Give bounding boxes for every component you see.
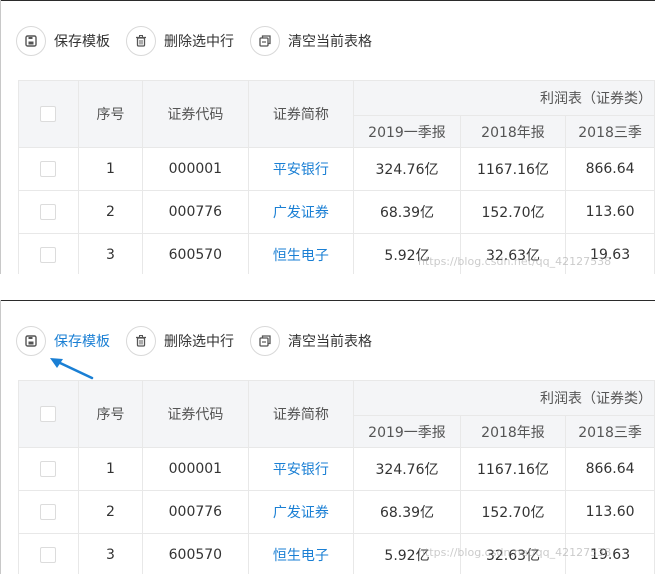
delete-selected-rows-label: 删除选中行 [164,334,234,350]
stock-name-link[interactable]: 广发证券 [273,205,329,221]
row-checkbox[interactable] [40,247,57,263]
cell-index: 1 [77,147,144,191]
screenshot-panel-after: 保存模板 删除选中行 清空当前表格 序号 证券代码 证券简称 利润表（证券类） [0,300,655,574]
header-2018-annual: 2018年报 [459,115,567,148]
save-icon [16,326,46,356]
save-template-button[interactable]: 保存模板 [16,326,110,356]
cell-code: 000001 [142,447,249,491]
header-2019-q1: 2019一季报 [353,115,461,148]
header-2019-q1: 2019一季报 [353,415,461,448]
select-all-checkbox[interactable] [40,106,57,122]
clear-table-button[interactable]: 清空当前表格 [250,326,372,356]
cell-code: 000776 [142,490,249,534]
cell-2019-q1: 68.39亿 [353,490,461,534]
cell-2018-q3: 866.64 [565,147,655,191]
row-checkbox[interactable] [40,161,57,177]
cell-index: 2 [77,490,144,534]
clear-table-label: 清空当前表格 [288,34,372,50]
table-row[interactable]: 2 000776 广发证券 68.39亿 152.70亿 113.60 [18,190,655,234]
cell-index: 3 [77,233,144,274]
clear-table-icon [250,26,280,56]
table-row[interactable]: 2 000776 广发证券 68.39亿 152.70亿 113.60 [18,490,655,534]
cell-code: 000776 [142,190,249,234]
cell-2018-annual: 152.70亿 [459,490,567,534]
cell-code: 600570 [142,533,249,574]
header-2018-annual: 2018年报 [459,415,567,448]
row-checkbox[interactable] [40,204,57,220]
cell-2018-annual: 1167.16亿 [459,447,567,491]
cell-2019-q1: 324.76亿 [353,447,461,491]
cell-code: 600570 [142,233,249,274]
cell-2018-q3: 19.63 [565,233,655,274]
cell-index: 2 [77,190,144,234]
cell-2018-q3: 19.63 [565,533,655,574]
header-select-all[interactable] [18,380,79,448]
delete-selected-rows-button[interactable]: 删除选中行 [126,326,234,356]
cell-2018-annual: 32.63亿 [459,533,567,574]
cell-code: 000001 [142,147,249,191]
cell-index: 1 [77,447,144,491]
header-code: 证券代码 [142,380,249,448]
clear-table-icon [250,326,280,356]
table-row[interactable]: 1 000001 平安银行 324.76亿 1167.16亿 866.64 [18,147,655,191]
trash-icon [126,26,156,56]
cell-index: 3 [77,533,144,574]
stock-name-link[interactable]: 平安银行 [273,462,329,478]
header-select-all[interactable] [18,80,79,148]
cell-2018-q3: 113.60 [565,190,655,234]
stock-name-link[interactable]: 恒生电子 [273,548,329,564]
cell-2018-q3: 866.64 [565,447,655,491]
header-2018-q3: 2018三季 [565,415,655,448]
header-index: 序号 [77,80,144,148]
cell-2019-q1: 5.92亿 [353,233,461,274]
table-row[interactable]: 3 600570 恒生电子 5.92亿 32.63亿 19.63 [18,233,655,274]
row-checkbox[interactable] [40,504,57,520]
cell-2018-annual: 1167.16亿 [459,147,567,191]
save-template-label: 保存模板 [54,334,110,350]
left-border [0,0,1,274]
cell-2019-q1: 324.76亿 [353,147,461,191]
save-icon [16,26,46,56]
row-checkbox[interactable] [40,461,57,477]
save-template-label: 保存模板 [54,34,110,50]
header-code: 证券代码 [142,80,249,148]
cell-2018-q3: 113.60 [565,490,655,534]
header-name: 证券简称 [247,80,355,148]
save-template-button[interactable]: 保存模板 [16,26,110,56]
clear-table-label: 清空当前表格 [288,334,372,350]
header-group-income-statement: 利润表（证券类） [353,380,655,416]
delete-selected-rows-button[interactable]: 删除选中行 [126,26,234,56]
clear-table-button[interactable]: 清空当前表格 [250,26,372,56]
left-border [0,300,1,574]
stock-name-link[interactable]: 平安银行 [273,162,329,178]
data-table: 序号 证券代码 证券简称 利润表（证券类） 2019一季报 2018年报 201… [18,80,655,274]
select-all-checkbox[interactable] [40,406,57,422]
data-table: 序号 证券代码 证券简称 利润表（证券类） 2019一季报 2018年报 201… [18,380,655,574]
header-2018-q3: 2018三季 [565,115,655,148]
row-checkbox[interactable] [40,547,57,563]
delete-selected-rows-label: 删除选中行 [164,34,234,50]
panel-separator [0,274,655,300]
cell-2018-annual: 152.70亿 [459,190,567,234]
table-row[interactable]: 3 600570 恒生电子 5.92亿 32.63亿 19.63 [18,533,655,574]
cell-2018-annual: 32.63亿 [459,233,567,274]
header-name: 证券简称 [247,380,355,448]
table-row[interactable]: 1 000001 平安银行 324.76亿 1167.16亿 866.64 [18,447,655,491]
screenshot-panel-before: 保存模板 删除选中行 清空当前表格 序号 证券代码 证券简称 利润表（证券类） [0,0,655,274]
stock-name-link[interactable]: 恒生电子 [273,248,329,264]
toolbar: 保存模板 删除选中行 清空当前表格 [16,24,388,58]
trash-icon [126,326,156,356]
header-group-income-statement: 利润表（证券类） [353,80,655,116]
arrow-pointer-icon [50,358,94,380]
toolbar: 保存模板 删除选中行 清空当前表格 [16,324,388,358]
cell-2019-q1: 5.92亿 [353,533,461,574]
stock-name-link[interactable]: 广发证券 [273,505,329,521]
cell-2019-q1: 68.39亿 [353,190,461,234]
header-index: 序号 [77,380,144,448]
